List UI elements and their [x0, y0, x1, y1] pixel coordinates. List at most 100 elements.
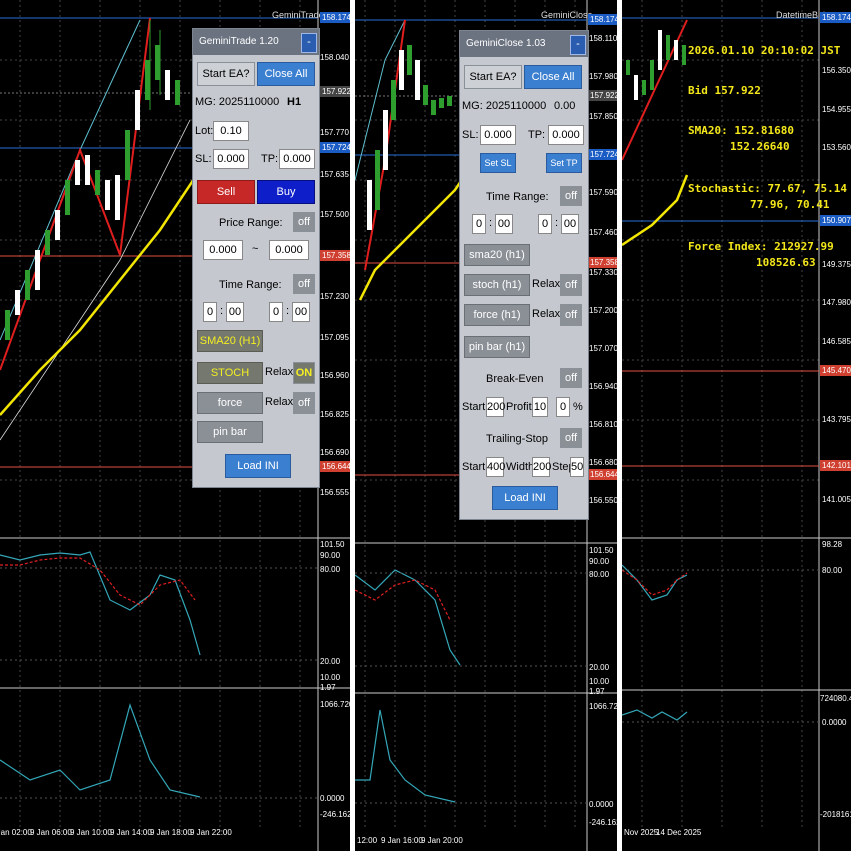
price-tag-red: 157.358 [588, 257, 617, 268]
time-range-label: Time Range: [219, 279, 282, 291]
sma20-line [622, 174, 689, 247]
be-start-label: Start: [462, 401, 489, 413]
price-label: 156.680 [589, 458, 617, 467]
stoch-label: 10.00 [589, 677, 610, 686]
stoch-main [355, 569, 461, 666]
stoch-label: 1.97 [589, 687, 605, 696]
sell-button[interactable]: Sell [197, 180, 255, 204]
time-from-minute[interactable]: 00 [226, 302, 244, 322]
chart-title: GeminiTrade [272, 10, 324, 20]
break-even-label: Break-Even [486, 373, 544, 385]
price-label: 156.960 [320, 371, 349, 380]
force-label: -246.1621 [320, 810, 350, 819]
buy-button[interactable]: Buy [257, 180, 315, 204]
pct-label: % [573, 401, 583, 413]
price-label: 157.850 [589, 112, 617, 121]
force-relax-toggle[interactable]: off [293, 392, 315, 414]
time-to-hour[interactable]: 0 [538, 214, 552, 234]
price-to-input[interactable]: 0.000 [269, 240, 309, 260]
sl-input[interactable]: 0.000 [213, 149, 249, 169]
time-label: Nov 2025 [624, 828, 659, 837]
set-tp-button[interactable]: Set TP [546, 153, 582, 173]
stoch-relax-toggle[interactable]: ON [293, 362, 315, 384]
lot-input[interactable]: 0.10 [213, 121, 249, 141]
timeframe-label: H1 [287, 96, 302, 108]
force-button[interactable]: force [197, 392, 263, 414]
price-range-toggle[interactable]: off [293, 212, 315, 232]
price-tag-blue: 150.907 [820, 215, 851, 226]
gemini-close-panel: GeminiClose 1.03 - Start EA? Close All M… [459, 30, 589, 520]
time-to-hour[interactable]: 0 [269, 302, 283, 322]
ts-step-input[interactable]: 50 [570, 457, 584, 477]
close-all-button[interactable]: Close All [524, 65, 582, 89]
time-from-hour[interactable]: 0 [203, 302, 217, 322]
minimize-button[interactable]: - [301, 33, 317, 53]
time-colon: : [489, 217, 493, 229]
price-from-input[interactable]: 0.000 [203, 240, 243, 260]
sl-input[interactable]: 0.000 [480, 125, 516, 145]
stoch-label: 80.00 [589, 570, 610, 579]
trailing-stop-toggle[interactable]: off [560, 428, 582, 448]
price-label: 157.230 [320, 292, 349, 301]
ts-start-input[interactable]: 400 [486, 457, 505, 477]
be-start-input[interactable]: 200 [486, 397, 505, 417]
price-range-label: Price Range: [219, 217, 283, 229]
trailing-stop-label: Trailing-Stop [486, 433, 548, 445]
time-from-minute[interactable]: 00 [495, 214, 513, 234]
stoch-button[interactable]: STOCH [197, 362, 263, 384]
be-pct-input[interactable]: 0 [556, 397, 570, 417]
time-range-toggle[interactable]: off [293, 274, 315, 294]
start-ea-button[interactable]: Start EA? [197, 62, 255, 86]
close-all-button[interactable]: Close All [257, 62, 315, 86]
price-label: 157.200 [589, 306, 617, 315]
load-ini-button[interactable]: Load INI [225, 454, 291, 478]
time-colon: : [555, 217, 559, 229]
time-from-hour[interactable]: 0 [472, 214, 486, 234]
mid-chart[interactable]: GeminiClose 158.174 158.110 157.980 157.… [355, 0, 617, 851]
load-ini-button[interactable]: Load INI [492, 486, 558, 510]
stoch-label: 80.00 [320, 565, 341, 574]
sl-label: SL: [462, 129, 479, 141]
force-button[interactable]: force (h1) [464, 304, 530, 326]
set-sl-button[interactable]: Set SL [480, 153, 516, 173]
price-label: 146.585 [822, 337, 851, 346]
stoch-button[interactable]: stoch (h1) [464, 274, 530, 296]
break-even-toggle[interactable]: off [560, 368, 582, 388]
stoch-label: 90.00 [589, 557, 610, 566]
time-to-minute[interactable]: 00 [561, 214, 579, 234]
time-label: 9 Jan 16:00 [381, 836, 423, 845]
be-profit-input[interactable]: 10 [532, 397, 548, 417]
price-label: 154.955 [822, 105, 851, 114]
price-label: 157.070 [589, 344, 617, 353]
right-chart[interactable]: DatetimeBid 158.174 156.350 154.955 153.… [622, 0, 851, 851]
price-label: 157.770 [320, 128, 349, 137]
price-tag-blue: 157.724 [320, 142, 350, 153]
time-colon: : [220, 305, 224, 317]
time-label: 9 Jan 02:00 [0, 828, 32, 837]
force-label: 1066.7204 [320, 700, 350, 709]
sma20-button[interactable]: SMA20 (H1) [197, 330, 263, 352]
price-tag-ask: 158.174 [820, 12, 851, 23]
pin-bar-button[interactable]: pin bar (h1) [464, 336, 530, 358]
pin-bar-button[interactable]: pin bar [197, 421, 263, 443]
time-to-minute[interactable]: 00 [292, 302, 310, 322]
price-tag-ask: 158.174 [320, 12, 350, 23]
price-tag-red: 145.470 [820, 365, 851, 376]
price-tag-red: 156.644 [588, 469, 617, 480]
sma20-button[interactable]: sma20 (h1) [464, 244, 530, 266]
chart-title: GeminiClose [541, 10, 593, 20]
tp-input[interactable]: 0.000 [548, 125, 584, 145]
start-ea-button[interactable]: Start EA? [464, 65, 522, 89]
time-range-toggle[interactable]: off [560, 186, 582, 206]
price-tag-bid: 157.922 [320, 86, 350, 97]
stoch-label: 20.00 [589, 663, 610, 672]
left-chart[interactable]: GeminiTrade 158.174 158.040 157.922 157.… [0, 0, 350, 851]
ts-width-input[interactable]: 200 [532, 457, 551, 477]
tp-input[interactable]: 0.000 [279, 149, 315, 169]
stoch-relax-toggle[interactable]: off [560, 274, 582, 296]
magic-number: MG: 2025110000 [195, 96, 280, 108]
force-relax-toggle[interactable]: off [560, 304, 582, 326]
price-tag-red: 142.101 [820, 460, 851, 471]
time-label: 12:00 [357, 836, 378, 845]
minimize-button[interactable]: - [570, 35, 586, 55]
